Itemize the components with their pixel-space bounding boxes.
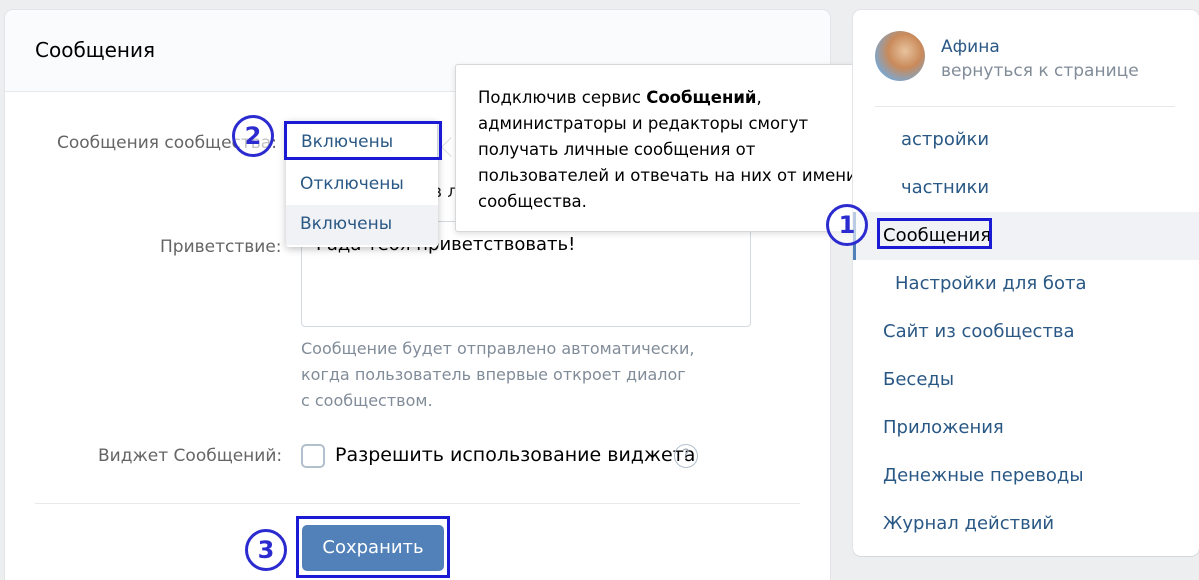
dropdown-option-enabled[interactable]: Включены: [300, 214, 392, 234]
help-icon[interactable]: ?: [674, 444, 698, 468]
widget-checkbox-label[interactable]: Разрешить использование виджета: [335, 444, 695, 466]
widget-checkbox[interactable]: [301, 444, 325, 468]
dropdown-option-disabled[interactable]: Отключены: [300, 174, 404, 194]
annotation-box-save: [296, 516, 450, 578]
back-to-page-link[interactable]: вернуться к странице: [941, 61, 1139, 81]
widget-label: Виджет Сообщений:: [98, 446, 283, 466]
sidebar-item-site[interactable]: Сайт из сообщества: [883, 321, 1075, 342]
greeting-label: Приветствие:: [160, 237, 282, 257]
hint-line: когда пользователь впервые откроет диало…: [301, 365, 686, 384]
annotation-marker-3: 3: [245, 529, 287, 571]
sidebar-item-settings[interactable]: астройки: [901, 129, 989, 150]
divider: [35, 503, 800, 504]
tooltip-bold: Сообщений: [646, 88, 757, 107]
annotation-marker-1: 1: [826, 204, 868, 246]
profile-name[interactable]: Афина: [941, 37, 1000, 57]
sidebar-item-apps[interactable]: Приложения: [883, 417, 1004, 438]
annotation-marker-2: 2: [232, 115, 274, 157]
hint-line: Сообщение будет отправлено автоматически…: [301, 339, 695, 358]
sidebar-item-money-transfers[interactable]: Денежные переводы: [883, 465, 1084, 486]
annotation-box-messages: [877, 218, 992, 249]
page-title: Сообщения: [35, 38, 156, 62]
sidebar-item-members[interactable]: частники: [901, 177, 989, 198]
tooltip-prefix: Подключив сервис: [478, 88, 647, 107]
hint-line: с сообществом.: [301, 391, 433, 410]
annotation-box-dropdown: [284, 121, 442, 160]
greeting-hint: Сообщение будет отправлено автоматически…: [301, 336, 731, 414]
sidebar-item-action-log[interactable]: Журнал действий: [883, 513, 1054, 534]
avatar[interactable]: [875, 31, 925, 81]
sidebar-item-bot-settings[interactable]: Настройки для бота: [895, 273, 1087, 294]
sidebar-divider: [875, 106, 1175, 107]
sidebar-item-chats[interactable]: Беседы: [883, 369, 954, 390]
